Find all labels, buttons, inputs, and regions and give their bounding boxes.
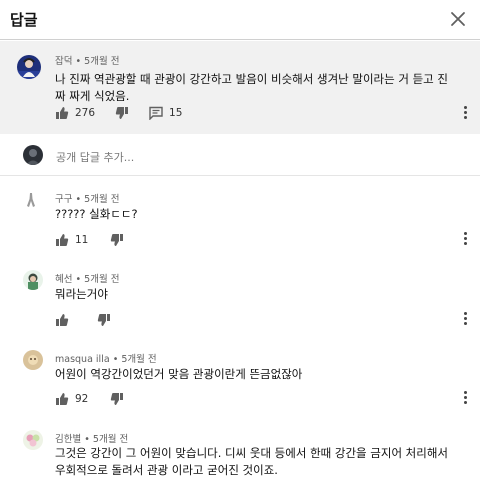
more-options-button[interactable] bbox=[462, 312, 468, 328]
thumbs-down-icon bbox=[111, 234, 124, 246]
author-name[interactable]: 잡덕 bbox=[55, 56, 72, 67]
add-reply-box[interactable]: 공개 답글 추가... bbox=[0, 134, 480, 176]
comment-text: 어원이 역강간이었던거 맞음 관광이란게 뜬금없잖아 bbox=[55, 367, 303, 381]
comment-text: 그것은 강간이 그 어원이 맞습니다. 디씨 웃대 등에서 한때 강간을 금지어… bbox=[55, 446, 449, 477]
meta-separator: • bbox=[84, 434, 90, 445]
like-button[interactable]: 11 bbox=[55, 233, 88, 247]
close-icon bbox=[451, 12, 465, 26]
avatar[interactable] bbox=[21, 190, 41, 210]
thumbs-up-icon bbox=[56, 393, 69, 405]
comment-meta: 잡덕 • 5개월 전 bbox=[55, 53, 119, 67]
meta-separator: • bbox=[75, 56, 82, 67]
header-title: 답글 bbox=[10, 11, 38, 29]
comment-time[interactable]: 5개월 전 bbox=[121, 354, 156, 365]
comment-icon bbox=[149, 106, 163, 120]
parent-comment: 잡덕 • 5개월 전 나 진짜 역관광할 때 관광이 강간하고 발음이 비슷해서… bbox=[0, 41, 480, 134]
more-vert-icon bbox=[462, 391, 468, 404]
like-button[interactable]: 276 bbox=[55, 106, 95, 120]
comment-meta: 혜선 • 5개월 전 bbox=[55, 271, 119, 285]
comment-actions: 276 15 bbox=[55, 104, 182, 122]
reply-comment: 구구 • 5개월 전 ????? 실화ㄷㄷ? 11 bbox=[0, 176, 480, 256]
meta-separator: • bbox=[75, 274, 82, 285]
reply-comment: 김한별 • 5개월 전 그것은 강간이 그 어원이 맞습니다. 디씨 웃대 등에… bbox=[0, 416, 480, 480]
user-avatar bbox=[23, 145, 43, 165]
dislike-button[interactable] bbox=[110, 233, 124, 247]
comment-actions bbox=[55, 311, 111, 329]
comment-actions: 11 bbox=[55, 231, 124, 249]
comment-actions: 92 bbox=[55, 390, 124, 408]
author-name[interactable]: masqua illa bbox=[55, 354, 110, 365]
comment-meta: 김한별 • 5개월 전 bbox=[55, 431, 128, 445]
thumbs-up-icon bbox=[56, 314, 69, 326]
more-options-button[interactable] bbox=[462, 106, 468, 122]
more-vert-icon bbox=[462, 106, 468, 119]
like-button[interactable]: 92 bbox=[55, 392, 88, 406]
reply-comment: 혜선 • 5개월 전 뭐라는거야 bbox=[0, 256, 480, 336]
comment-text: 뭐라는거야 bbox=[55, 287, 108, 301]
author-name[interactable]: 김한별 bbox=[55, 434, 81, 445]
thumbs-down-icon bbox=[115, 107, 129, 119]
comment-meta: 구구 • 5개월 전 bbox=[55, 191, 119, 205]
dislike-button[interactable] bbox=[115, 106, 129, 120]
like-count: 92 bbox=[75, 393, 89, 405]
thumbs-down-icon bbox=[111, 393, 124, 405]
avatar[interactable] bbox=[23, 430, 43, 450]
more-options-button[interactable] bbox=[462, 391, 468, 407]
reply-count-button[interactable]: 15 bbox=[149, 106, 182, 120]
replies-header: 답글 bbox=[0, 0, 480, 40]
author-name[interactable]: 혜선 bbox=[55, 274, 72, 285]
reply-count: 15 bbox=[169, 107, 183, 119]
meta-separator: • bbox=[75, 194, 82, 205]
comment-time[interactable]: 5개월 전 bbox=[84, 274, 119, 285]
thumbs-down-icon bbox=[97, 314, 110, 326]
avatar[interactable] bbox=[23, 350, 43, 370]
close-button[interactable] bbox=[448, 9, 468, 29]
comment-time[interactable]: 5개월 전 bbox=[84, 56, 119, 67]
more-vert-icon bbox=[462, 312, 468, 325]
more-vert-icon bbox=[462, 232, 468, 245]
comment-time[interactable]: 5개월 전 bbox=[93, 434, 128, 445]
comment-text: ????? 실화ㄷㄷ? bbox=[55, 207, 138, 221]
thumbs-up-icon bbox=[56, 234, 69, 246]
like-count: 11 bbox=[75, 234, 89, 246]
comment-meta: masqua illa • 5개월 전 bbox=[55, 351, 157, 365]
like-count: 276 bbox=[75, 107, 96, 119]
comment-time[interactable]: 5개월 전 bbox=[84, 194, 119, 205]
author-name[interactable]: 구구 bbox=[55, 194, 72, 205]
meta-separator: • bbox=[112, 354, 119, 365]
thumbs-up-icon bbox=[56, 107, 69, 119]
avatar[interactable] bbox=[17, 55, 41, 79]
like-button[interactable] bbox=[55, 313, 75, 327]
dislike-button[interactable] bbox=[97, 313, 111, 327]
reply-input[interactable]: 공개 답글 추가... bbox=[56, 149, 134, 165]
dislike-button[interactable] bbox=[110, 392, 124, 406]
more-options-button[interactable] bbox=[462, 232, 468, 248]
reply-comment: masqua illa • 5개월 전 어원이 역강간이었던거 맞음 관광이란게… bbox=[0, 336, 480, 416]
avatar[interactable] bbox=[23, 270, 43, 290]
comment-text: 나 진짜 역관광할 때 관광이 강간하고 발음이 비슷해서 생겨난 말이라는 거… bbox=[55, 72, 449, 103]
